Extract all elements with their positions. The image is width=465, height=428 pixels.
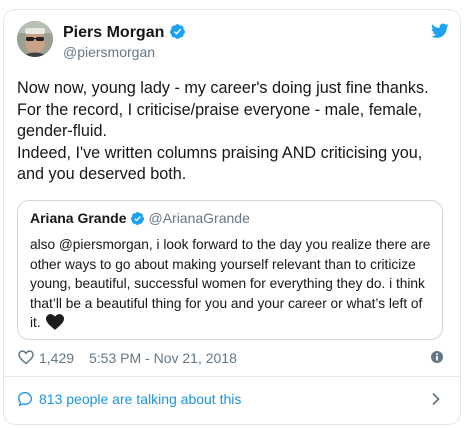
talking-about-text[interactable]: 813 people are talking about this — [39, 391, 241, 407]
quoted-tweet-text-block: also @piersmorgan, i look forward to the… — [30, 235, 434, 333]
quoted-tweet-text: also @piersmorgan, i look forward to the… — [30, 237, 431, 330]
quoted-author-handle: @ArianaGrande — [148, 210, 250, 226]
author-avatar[interactable] — [17, 21, 53, 57]
conversation-link[interactable]: 813 people are talking about this — [17, 389, 443, 411]
chevron-right-icon[interactable] — [431, 392, 441, 406]
quoted-tweet-header: Ariana Grande @ArianaGrande — [30, 210, 250, 226]
info-icon[interactable] — [431, 351, 443, 363]
tweet-meta: 1,429 5:53 PM - Nov 21, 2018 — [17, 347, 443, 371]
tweet-header: Piers Morgan @piersmorgan — [17, 21, 449, 69]
author-name[interactable]: Piers Morgan — [63, 23, 186, 42]
timestamp[interactable]: 5:53 PM - Nov 21, 2018 — [89, 350, 237, 366]
like-count[interactable]: 1,429 — [39, 350, 74, 366]
author-handle[interactable]: @piersmorgan — [63, 44, 155, 60]
divider — [4, 376, 460, 377]
author-name-text[interactable]: Piers Morgan — [63, 24, 164, 41]
verified-icon — [131, 211, 145, 226]
twitter-bird-icon[interactable] — [431, 23, 449, 39]
quoted-author-name: Ariana Grande — [30, 210, 127, 226]
black-heart-emoji — [46, 314, 65, 330]
heart-icon[interactable] — [18, 350, 34, 365]
verified-icon — [170, 24, 186, 39]
tweet-text: Now now, young lady - my career's doing … — [17, 79, 429, 183]
quoted-tweet[interactable]: Ariana Grande @ArianaGrande also @piersmo… — [17, 200, 443, 340]
speech-bubble-icon — [17, 391, 33, 407]
